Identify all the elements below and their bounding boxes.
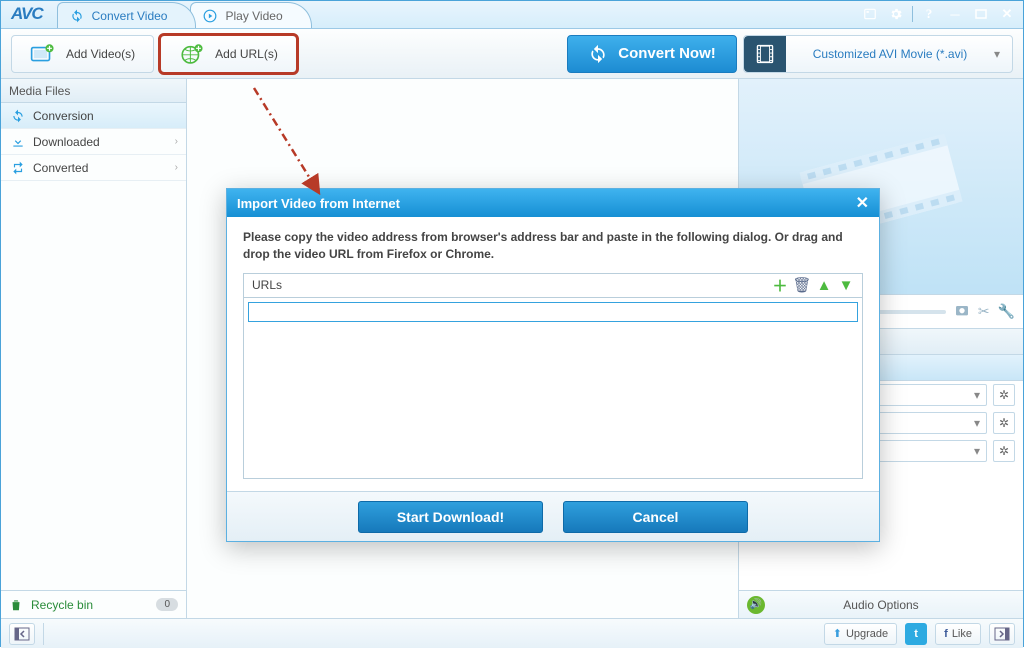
urls-label: URLs xyxy=(252,278,282,292)
sidebar-item-label: Downloaded xyxy=(33,135,100,149)
chevron-down-icon: ▾ xyxy=(974,388,980,402)
refresh-icon xyxy=(588,44,608,64)
facebook-like-button[interactable]: f Like xyxy=(935,623,981,645)
dialog-title: Import Video from Internet xyxy=(237,196,400,211)
panel-toggle-right[interactable] xyxy=(989,623,1015,645)
play-icon xyxy=(203,9,217,23)
up-arrow-icon: ⬆ xyxy=(833,627,842,640)
convert-icon xyxy=(11,161,25,175)
profile-label: Customized AVI Movie (*.avi) xyxy=(786,47,994,61)
output-profile-selector[interactable]: Customized AVI Movie (*.avi) ▾ xyxy=(743,35,1013,73)
add-url-icon[interactable]: ＋ xyxy=(772,277,788,293)
refresh-icon xyxy=(11,109,25,123)
settings-icon[interactable] xyxy=(886,4,906,24)
sidebar-item-converted[interactable]: Converted › xyxy=(1,155,186,181)
url-list-header: URLs ＋ 🗑 ▲ ▼ xyxy=(244,274,862,298)
twitter-button[interactable]: t xyxy=(905,623,927,645)
option-gear-1[interactable]: ✲ xyxy=(993,384,1015,406)
dialog-message: Please copy the video address from brows… xyxy=(243,229,863,263)
button-label: Add Video(s) xyxy=(66,47,135,61)
sidebar-item-downloaded[interactable]: Downloaded › xyxy=(1,129,186,155)
add-urls-button[interactable]: Add URL(s) xyxy=(160,35,297,73)
url-list-box: URLs ＋ 🗑 ▲ ▼ xyxy=(243,273,863,479)
dialog-close-button[interactable]: ✕ xyxy=(856,193,869,213)
tab-label: Play Video xyxy=(225,9,282,23)
panel-toggle-left[interactable] xyxy=(9,623,35,645)
trash-icon xyxy=(9,598,23,612)
recycle-bin[interactable]: Recycle bin 0 xyxy=(1,590,186,618)
cancel-button[interactable]: Cancel xyxy=(563,501,748,533)
chevron-down-icon: ▾ xyxy=(974,416,980,430)
sidebar: Media Files Conversion Downloaded › Conv… xyxy=(1,79,187,618)
audio-options-label: Audio Options xyxy=(843,598,918,612)
option-gear-3[interactable]: ✲ xyxy=(993,440,1015,462)
chevron-down-icon: ▾ xyxy=(974,444,980,458)
like-label: Like xyxy=(952,628,972,640)
maximize-button[interactable] xyxy=(971,4,991,24)
import-url-dialog: Import Video from Internet ✕ Please copy… xyxy=(226,188,880,542)
separator xyxy=(912,6,913,22)
tab-play-video[interactable]: Play Video xyxy=(190,2,311,28)
option-gear-2[interactable]: ✲ xyxy=(993,412,1015,434)
cut-icon[interactable]: ✂ xyxy=(978,303,990,320)
wrench-icon[interactable]: 🔧 xyxy=(998,303,1015,320)
add-videos-button[interactable]: Add Video(s) xyxy=(11,35,154,73)
dialog-footer: Start Download! Cancel xyxy=(227,491,879,541)
sidebar-item-label: Conversion xyxy=(33,109,94,123)
upgrade-button[interactable]: ⬆ Upgrade xyxy=(824,623,897,645)
globe-plus-icon xyxy=(179,41,205,67)
move-down-icon[interactable]: ▼ xyxy=(838,277,854,293)
button-label: Convert Now! xyxy=(618,45,716,62)
help-icon[interactable]: ? xyxy=(919,4,939,24)
recycle-label: Recycle bin xyxy=(31,598,93,612)
url-input[interactable] xyxy=(248,302,858,322)
chevron-down-icon: ▾ xyxy=(994,47,1012,61)
chevron-right-icon: › xyxy=(175,136,178,147)
start-download-button[interactable]: Start Download! xyxy=(358,501,543,533)
minimize-button[interactable]: ─ xyxy=(945,4,965,24)
facebook-icon: f xyxy=(944,628,948,640)
refresh-icon xyxy=(70,9,84,23)
upgrade-label: Upgrade xyxy=(846,628,888,640)
app-logo: AVC xyxy=(1,4,57,28)
title-bar: AVC Convert Video Play Video ? ─ ✕ xyxy=(1,1,1023,29)
sidebar-item-label: Converted xyxy=(33,161,88,175)
chevron-right-icon: › xyxy=(175,162,178,173)
dialog-titlebar: Import Video from Internet ✕ xyxy=(227,189,879,217)
sidebar-header: Media Files xyxy=(1,79,186,103)
video-plus-icon xyxy=(30,41,56,67)
window-controls: ? ─ ✕ xyxy=(860,4,1017,24)
main-toolbar: Add Video(s) Add URL(s) Convert Now! Cus… xyxy=(1,29,1023,79)
snapshot-icon[interactable] xyxy=(954,302,970,321)
film-icon xyxy=(744,36,786,72)
convert-now-button[interactable]: Convert Now! xyxy=(567,35,737,73)
status-bar: ⬆ Upgrade t f Like xyxy=(1,618,1023,648)
audio-options-bar[interactable]: 🔊 Audio Options xyxy=(739,590,1023,618)
tab-convert-video[interactable]: Convert Video xyxy=(57,2,197,28)
registry-icon[interactable] xyxy=(860,4,880,24)
separator xyxy=(43,623,44,645)
close-button[interactable]: ✕ xyxy=(997,4,1017,24)
move-up-icon[interactable]: ▲ xyxy=(816,277,832,293)
recycle-count: 0 xyxy=(156,598,178,611)
sidebar-item-conversion[interactable]: Conversion xyxy=(1,103,186,129)
delete-url-icon[interactable]: 🗑 xyxy=(794,277,810,293)
speaker-icon: 🔊 xyxy=(747,596,765,614)
button-label: Add URL(s) xyxy=(215,47,278,61)
download-icon xyxy=(11,135,25,149)
tab-label: Convert Video xyxy=(92,9,168,23)
